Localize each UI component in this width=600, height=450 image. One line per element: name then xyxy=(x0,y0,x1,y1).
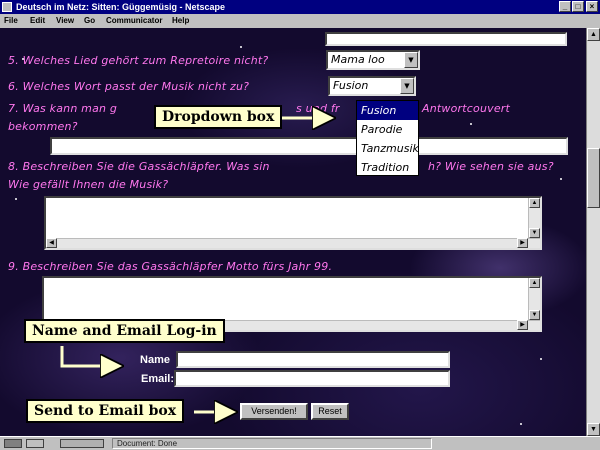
menu-view[interactable]: View xyxy=(56,14,74,28)
page-scrollbar[interactable]: ▲ ▼ xyxy=(586,28,600,436)
dropdown-callout: Dropdown box xyxy=(154,105,283,129)
window-title: Deutsch im Netz: Sitten: Güggemüsig - Ne… xyxy=(16,2,226,12)
status-text: Document: Done xyxy=(112,438,432,449)
submit-button[interactable]: Versenden! xyxy=(240,403,308,420)
close-button[interactable]: × xyxy=(586,1,598,12)
menu-go[interactable]: Go xyxy=(84,14,95,28)
scroll-down-icon[interactable]: ▼ xyxy=(587,423,600,436)
q5-select-value: Mama loo xyxy=(331,53,385,66)
q5-select[interactable]: Mama loo ▼ xyxy=(326,50,420,70)
q6-select[interactable]: Fusion ▼ xyxy=(328,76,416,96)
star xyxy=(560,178,562,180)
star xyxy=(540,358,542,360)
menu-help[interactable]: Help xyxy=(172,14,189,28)
minimize-button[interactable]: _ xyxy=(559,1,571,12)
page-content: 5. Welches Lied gehört zum Repretoire ni… xyxy=(0,28,586,436)
title-bar: Deutsch im Netz: Sitten: Güggemüsig - Ne… xyxy=(0,0,600,14)
question-8-line2: Wie gefällt Ihnen die Musik? xyxy=(8,178,169,191)
question-7-line1-mid: s und fr xyxy=(296,102,340,115)
name-input[interactable] xyxy=(176,351,450,368)
q7-answer-field[interactable] xyxy=(50,137,568,155)
login-callout: Name and Email Log-in xyxy=(24,319,225,343)
scroll-down-icon[interactable]: ▼ xyxy=(529,310,540,320)
horizontal-scrollbar[interactable]: ◀ ▶ xyxy=(46,238,540,248)
question-7-line1-end: Antwortcouvert xyxy=(422,102,511,115)
question-5: 5. Welches Lied gehört zum Repretoire ni… xyxy=(8,54,269,67)
dropdown-option-tanzmusik[interactable]: Tanzmusik xyxy=(357,139,419,158)
dropdown-option-tradition[interactable]: Tradition xyxy=(357,158,418,177)
scroll-left-icon[interactable]: ◀ xyxy=(46,238,57,248)
dropdown-option-fusion[interactable]: Fusion xyxy=(357,101,418,120)
menu-file[interactable]: File xyxy=(4,14,18,28)
maximize-button[interactable]: □ xyxy=(572,1,584,12)
scroll-right-icon[interactable]: ▶ xyxy=(517,238,528,248)
dropdown-option-parodie[interactable]: Parodie xyxy=(357,120,418,139)
question-8-line1: 8. Beschreiben Sie die Gassächläpfer. Wa… xyxy=(8,160,270,173)
menu-communicator[interactable]: Communicator xyxy=(106,14,162,28)
connection-icon xyxy=(26,439,44,448)
star xyxy=(520,423,522,425)
status-bar: Document: Done xyxy=(0,436,600,450)
name-label: Name xyxy=(140,354,170,366)
scroll-thumb[interactable] xyxy=(587,148,600,208)
previous-answer-field[interactable] xyxy=(325,32,567,46)
login-callout-arrow xyxy=(60,346,118,366)
security-lock-icon[interactable] xyxy=(4,439,22,448)
q8-textarea[interactable]: ▲ ▼ ◀ ▶ xyxy=(44,196,542,250)
question-7-line2: bekommen? xyxy=(8,120,78,133)
scroll-up-icon[interactable]: ▲ xyxy=(529,278,540,288)
send-callout: Send to Email box xyxy=(26,399,185,423)
q6-select-value: Fusion xyxy=(333,79,369,92)
scroll-up-icon[interactable]: ▲ xyxy=(529,198,540,208)
q6-dropdown-list[interactable]: Fusion Parodie Tanzmusik Tradition xyxy=(356,100,419,176)
scroll-up-icon[interactable]: ▲ xyxy=(587,28,600,41)
chevron-down-icon[interactable]: ▼ xyxy=(400,78,414,94)
question-8-line1-end: h? Wie sehen sie aus? xyxy=(428,160,554,173)
menu-bar: File Edit View Go Communicator Help xyxy=(0,14,600,28)
chevron-down-icon[interactable]: ▼ xyxy=(404,52,418,68)
star xyxy=(240,46,242,48)
question-7-line1: 7. Was kann man g xyxy=(8,102,118,115)
reset-button[interactable]: Reset xyxy=(311,403,349,420)
menu-edit[interactable]: Edit xyxy=(30,14,45,28)
email-label: Email: xyxy=(140,373,174,385)
question-6: 6. Welches Wort passt der Musik nicht zu… xyxy=(8,80,250,93)
question-9: 9. Beschreiben Sie das Gassächläpfer Mot… xyxy=(8,260,333,273)
progress-bar xyxy=(60,439,104,448)
netscape-app-icon[interactable] xyxy=(2,2,12,12)
scroll-right-icon[interactable]: ▶ xyxy=(517,320,528,330)
star xyxy=(470,123,472,125)
email-input[interactable] xyxy=(174,370,450,387)
star xyxy=(15,198,17,200)
scroll-down-icon[interactable]: ▼ xyxy=(529,228,540,238)
